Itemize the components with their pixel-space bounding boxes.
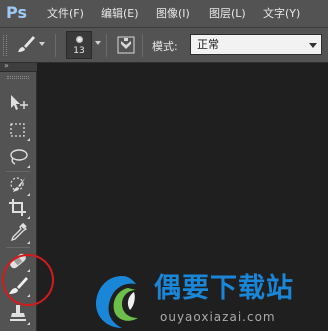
- toolbox-grip[interactable]: [7, 76, 29, 79]
- options-divider: [106, 34, 107, 57]
- brush-preset-picker[interactable]: 13: [66, 31, 92, 59]
- brush-icon: [18, 36, 35, 52]
- watermark-title: 偶要下载站: [154, 273, 294, 304]
- brush-size-value: 13: [73, 46, 85, 56]
- options-divider: [55, 34, 56, 57]
- tool-preset-picker[interactable]: [15, 33, 45, 57]
- menu-layer[interactable]: 图层(L): [209, 6, 246, 22]
- crop-tool[interactable]: [6, 197, 30, 219]
- menu-bar: Ps 文件(F) 编辑(E) 图像(I) 图层(L) 文字(Y): [0, 0, 328, 28]
- toolbox-divider: [6, 171, 30, 172]
- blend-mode-select[interactable]: 正常: [190, 34, 322, 55]
- brush-panel-toggle-button[interactable]: [117, 35, 135, 55]
- move-icon: [11, 95, 28, 110]
- tool-flyout-indicator: [27, 193, 30, 196]
- tool-flyout-indicator: [27, 138, 30, 141]
- tool-flyout-indicator: [27, 322, 30, 325]
- toolbox-header[interactable]: »: [0, 61, 37, 72]
- highlight-circle: [2, 254, 54, 306]
- blend-mode-value: 正常: [197, 38, 219, 51]
- menu-file[interactable]: 文件(F): [47, 6, 84, 22]
- tool-flyout-indicator: [27, 216, 30, 219]
- clone-stamp-tool[interactable]: [6, 303, 30, 325]
- menu-type[interactable]: 文字(Y): [263, 6, 300, 22]
- eyedropper-tool[interactable]: [6, 222, 30, 244]
- menu-edit[interactable]: 编辑(E): [101, 6, 139, 22]
- menu-image[interactable]: 图像(I): [156, 6, 190, 22]
- collapse-icon[interactable]: »: [4, 61, 9, 70]
- options-bar: 13 模式: 正常: [0, 28, 328, 63]
- options-divider: [142, 34, 143, 57]
- brush-panel-icon: [117, 36, 135, 54]
- brush-dropdown-icon[interactable]: [95, 41, 101, 45]
- tool-preset-dropdown-icon: [39, 42, 45, 46]
- options-grip[interactable]: [3, 35, 7, 56]
- watermark: 偶要下载站 ouyaoxiazai.com: [88, 270, 328, 331]
- mode-label: 模式:: [152, 40, 178, 53]
- watermark-url: ouyaoxiazai.com: [160, 310, 276, 324]
- lasso-tool[interactable]: [6, 146, 30, 168]
- brush-tip-icon: [76, 36, 83, 43]
- marquee-tool[interactable]: [6, 119, 30, 141]
- quick-select-tool[interactable]: [6, 174, 30, 196]
- watermark-logo-icon: [96, 276, 138, 328]
- move-tool[interactable]: [6, 92, 30, 114]
- tool-flyout-indicator: [27, 165, 30, 168]
- chevron-down-icon: [309, 43, 317, 48]
- tool-flyout-indicator: [27, 241, 30, 244]
- toolbox-divider: [6, 247, 30, 248]
- photoshop-logo: Ps: [6, 3, 27, 22]
